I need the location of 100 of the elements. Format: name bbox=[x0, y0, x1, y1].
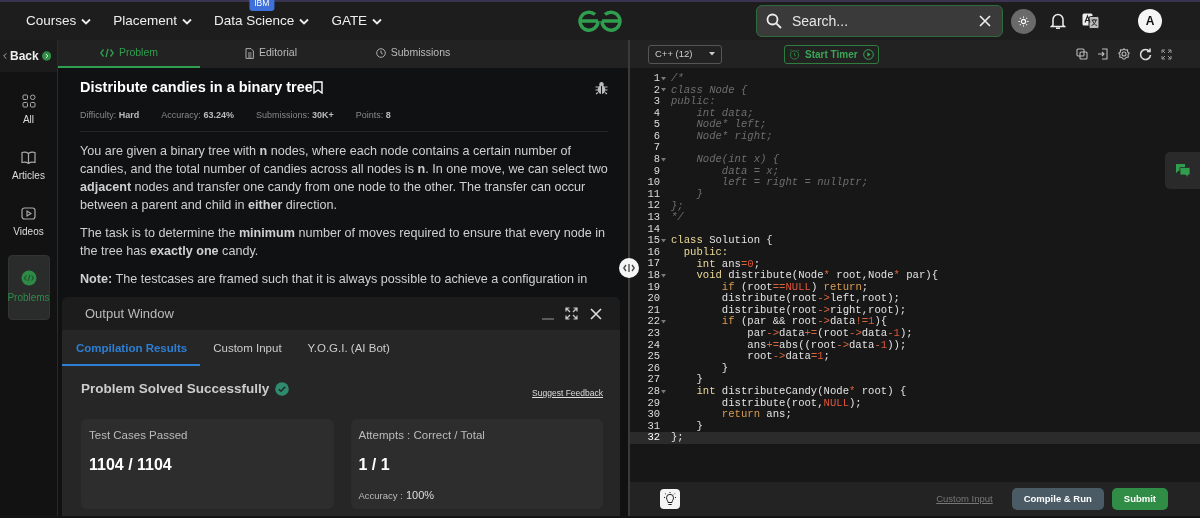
problem-title: Distribute candies in a binary tree bbox=[80, 78, 313, 97]
nav-menu[interactable]: Placement bbox=[113, 10, 193, 32]
fold-icon[interactable] bbox=[661, 389, 666, 394]
tab[interactable]: Custom Input bbox=[200, 334, 295, 366]
card-value: 1104 / 1104 bbox=[89, 455, 173, 475]
caret-icon bbox=[709, 52, 715, 56]
fullscreen-icon[interactable] bbox=[1161, 48, 1172, 60]
check-circle-icon bbox=[275, 382, 290, 397]
code-line: int data; bbox=[695, 107, 754, 119]
line-number: 22 bbox=[647, 314, 660, 329]
problem-meta: Difficulty: Hard bbox=[80, 108, 140, 122]
compile-run-button[interactable]: Compile & Run bbox=[1011, 488, 1104, 510]
chevron-left-icon bbox=[3, 51, 7, 61]
copy-icon[interactable] bbox=[1076, 48, 1088, 60]
search-icon bbox=[766, 13, 782, 29]
close-icon[interactable] bbox=[979, 15, 991, 27]
problem-paragraph: Note: The testcases are framed such that it is always possible to achieve a configuration in bbox=[80, 271, 589, 289]
problem-paragraph: You are given a binary tree with n nodes, where each node contains a certain number of candies, and the total number of candies across all nodes is n. In one move, we can select two adjacent nodes and transfer one candy from one node to the other. The transfer can occur between a parent and child in either direction. bbox=[80, 143, 608, 215]
card-value: 1 / 1 bbox=[358, 455, 391, 475]
avatar[interactable]: A bbox=[1138, 9, 1162, 33]
problem-meta: Submissions: 30K+ bbox=[255, 108, 334, 122]
code-icon bbox=[99, 48, 114, 58]
theme-toggle[interactable] bbox=[1011, 8, 1036, 34]
sidebar-item[interactable]: Articles bbox=[7, 143, 50, 191]
card-label: Attempts : Correct / Total bbox=[358, 427, 486, 443]
problem-meta: Points: 8 bbox=[355, 108, 391, 122]
sun-icon bbox=[1018, 15, 1029, 27]
fold-icon[interactable] bbox=[661, 239, 666, 244]
code-line: root->data=1; bbox=[746, 351, 830, 363]
code-line: } bbox=[695, 374, 703, 386]
bug-icon[interactable] bbox=[595, 80, 608, 95]
code-line: class Solution { bbox=[671, 235, 773, 247]
grid-icon bbox=[21, 94, 36, 108]
sidebar-item[interactable]: Videos bbox=[7, 199, 50, 247]
tab[interactable]: Submissions bbox=[342, 40, 484, 68]
bell-icon[interactable] bbox=[1050, 12, 1066, 30]
code-line: } bbox=[695, 188, 703, 201]
nav-menu[interactable]: Courses bbox=[26, 10, 92, 32]
code-icon bbox=[623, 263, 635, 273]
feedback-link[interactable]: Suggest Feedback bbox=[532, 387, 603, 400]
nav-menu[interactable]: GATE bbox=[331, 10, 383, 32]
settings-icon[interactable] bbox=[1118, 48, 1130, 60]
tab[interactable]: Editorial bbox=[200, 40, 342, 68]
card-label: Test Cases Passed bbox=[89, 427, 189, 443]
code-icon bbox=[20, 270, 37, 286]
expand-icon[interactable] bbox=[565, 307, 578, 320]
reset-icon[interactable] bbox=[1139, 47, 1152, 61]
close-icon[interactable] bbox=[590, 307, 602, 320]
code-line: } bbox=[695, 420, 703, 433]
logo-icon bbox=[577, 10, 623, 32]
code-line: Node* right; bbox=[695, 130, 773, 143]
code-line: distribute(root,NULL); bbox=[720, 397, 862, 410]
tab[interactable]: Compilation Results bbox=[62, 334, 201, 366]
code-line: int ans=0; bbox=[695, 258, 761, 270]
hint-button[interactable] bbox=[660, 489, 680, 509]
fold-icon[interactable] bbox=[661, 88, 666, 93]
menu-badge: IBM bbox=[249, 0, 275, 11]
window-title: Output Window bbox=[85, 304, 175, 323]
code-line: int distributeCandy(Node* root) { bbox=[695, 386, 907, 398]
problem-meta: Accuracy: 63.24% bbox=[161, 108, 234, 122]
code-line: data = x; bbox=[720, 165, 780, 177]
code-line: }; bbox=[671, 432, 684, 444]
code-line: Node* left; bbox=[695, 119, 767, 131]
code-line: void distribute(Node* root,Node* par){ bbox=[695, 270, 939, 282]
chevron-down-icon bbox=[372, 17, 383, 25]
code-line: par->data+=(root->data-1); bbox=[746, 328, 913, 340]
alarm-icon bbox=[789, 48, 800, 60]
fold-icon[interactable] bbox=[661, 320, 666, 325]
problem-paragraph: The task is to determine the minimum number of moves required to ensure that every node in the tree has exactly one candy. bbox=[80, 225, 606, 261]
line-number: 12 bbox=[647, 198, 660, 213]
fold-icon[interactable] bbox=[661, 273, 666, 278]
translate-icon[interactable] bbox=[1082, 13, 1100, 29]
import-icon[interactable] bbox=[1097, 48, 1109, 60]
search-field[interactable]: Search... bbox=[756, 5, 1003, 37]
status-message: Problem Solved Successfully bbox=[81, 380, 270, 399]
submit-button[interactable]: Submit bbox=[1111, 488, 1168, 510]
start-timer-button[interactable]: Start Timer bbox=[784, 44, 879, 64]
tab[interactable]: Y.O.G.I. (AI Bot) bbox=[294, 334, 403, 366]
clock-icon bbox=[375, 48, 386, 58]
custom-input-link[interactable]: Custom Input bbox=[936, 491, 993, 507]
line-number: 7 bbox=[653, 140, 660, 155]
code-line: if (root==NULL) return; bbox=[720, 281, 869, 293]
code-line: left = right = nullptr; bbox=[720, 177, 869, 189]
code-line: return ans; bbox=[720, 409, 792, 421]
sidebar-item[interactable]: All bbox=[7, 86, 50, 135]
video-icon bbox=[21, 207, 36, 220]
language-dropdown[interactable]: C++ (12) bbox=[648, 44, 722, 64]
accuracy-label: Accuracy : bbox=[358, 490, 403, 501]
code-line: ans+=abs((root->data-1)); bbox=[746, 339, 907, 351]
tab[interactable]: Problem bbox=[58, 40, 200, 68]
lightbulb-icon bbox=[663, 492, 677, 506]
chat-button[interactable] bbox=[1165, 152, 1200, 189]
bookmark-icon[interactable] bbox=[312, 81, 323, 95]
play-icon bbox=[862, 48, 874, 60]
chevron-down-icon bbox=[299, 17, 310, 25]
code-line: Node(int x) { bbox=[695, 154, 780, 166]
expand-icon bbox=[41, 49, 51, 63]
back-button[interactable]: Back bbox=[0, 40, 57, 72]
fold-icon[interactable] bbox=[661, 76, 666, 81]
fold-icon[interactable] bbox=[661, 157, 666, 162]
